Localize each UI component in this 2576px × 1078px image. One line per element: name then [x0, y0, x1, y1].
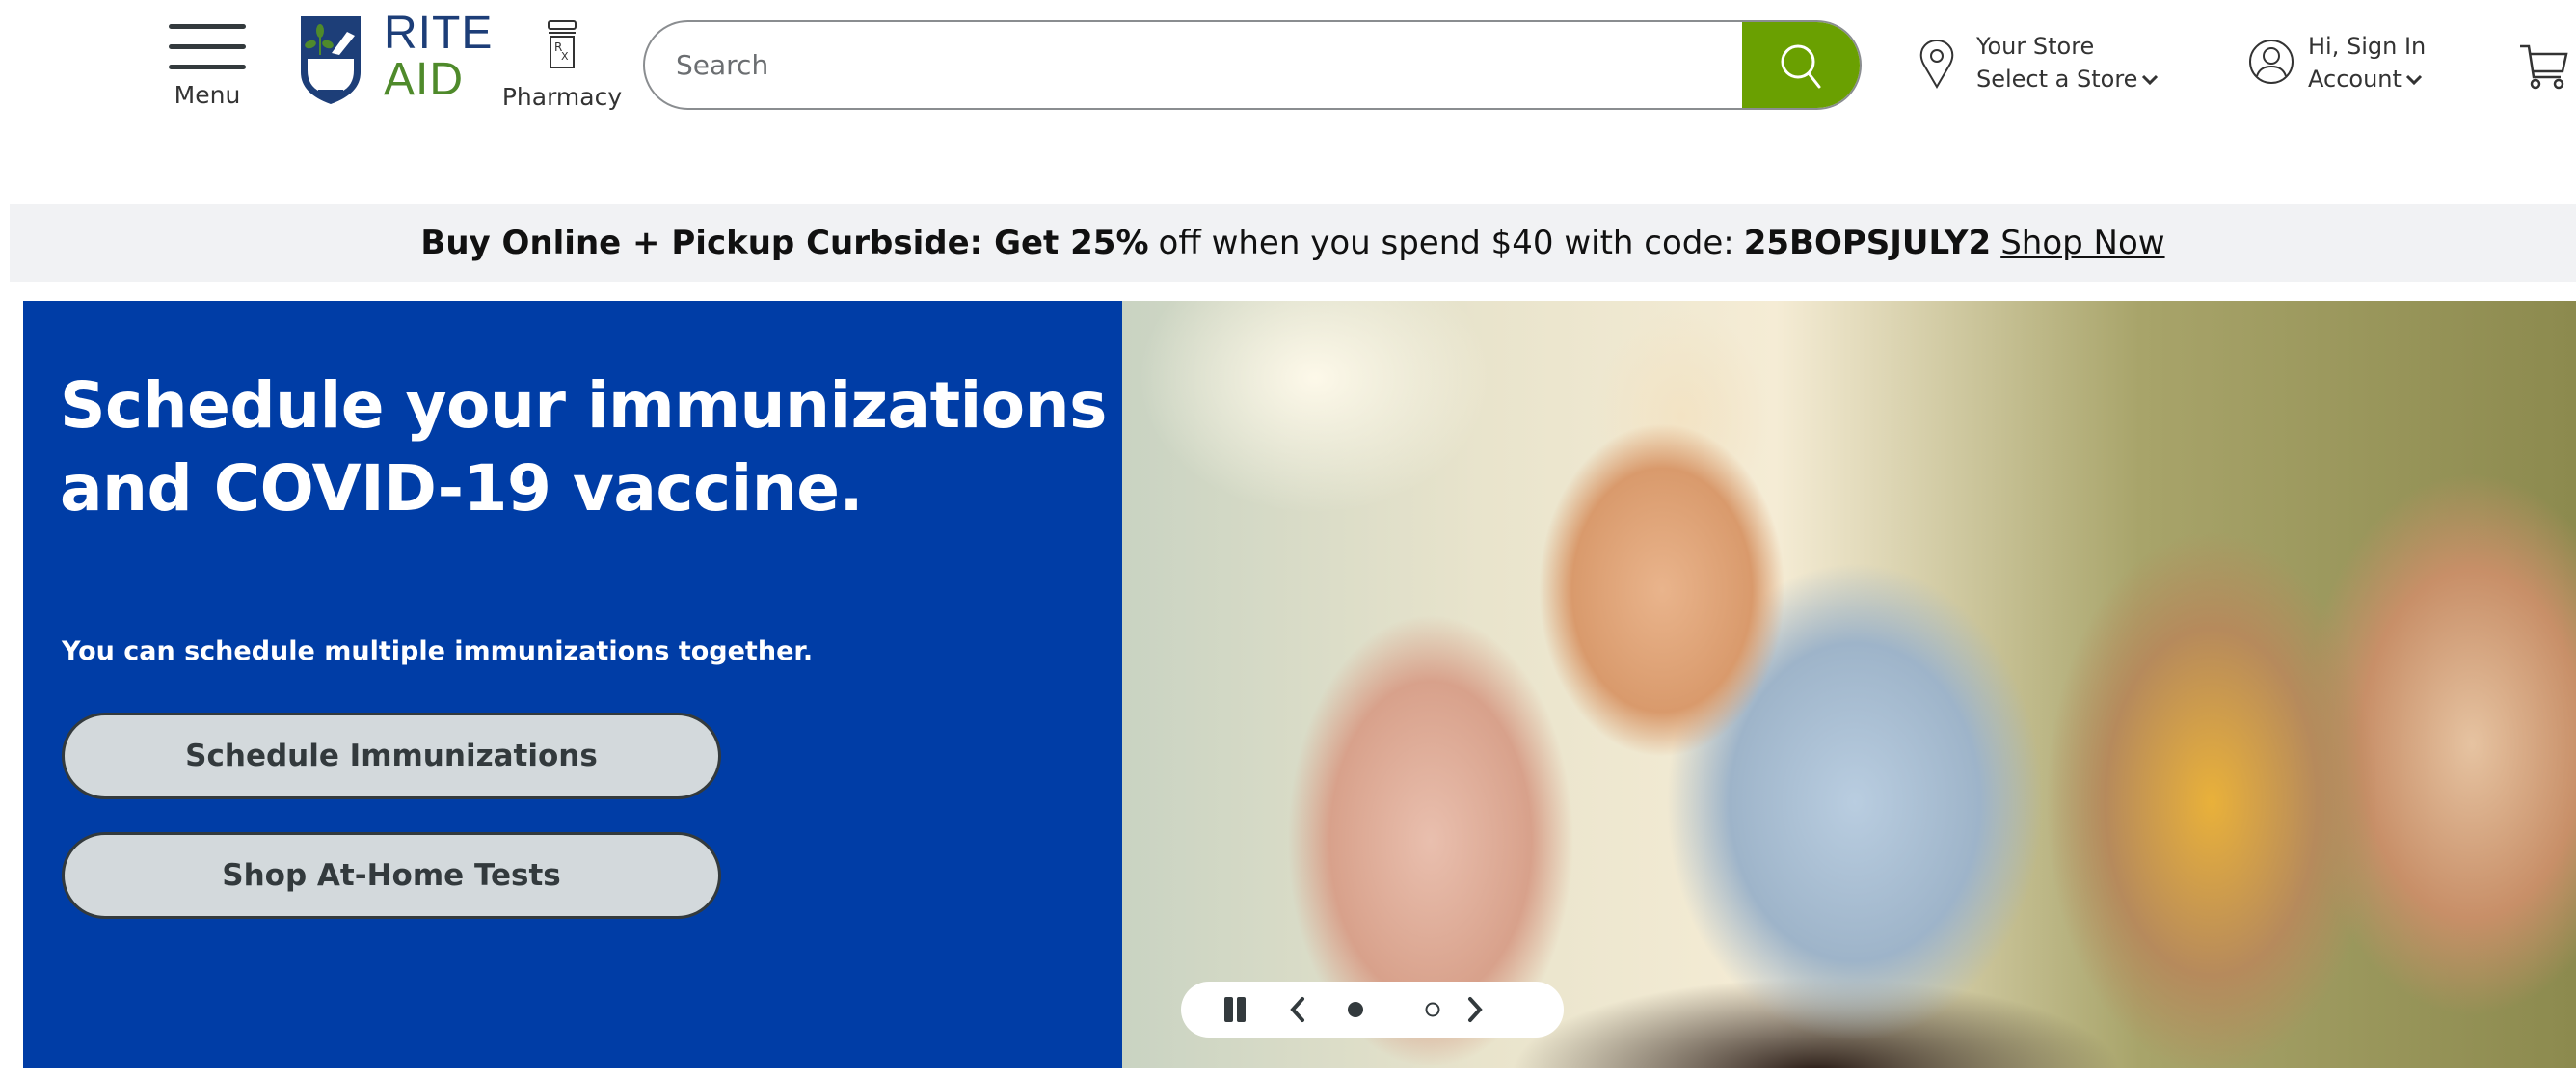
next-slide-button[interactable]	[1461, 982, 1489, 1038]
hero-image	[1122, 301, 2576, 1068]
pharmacy-link[interactable]: R X Pharmacy	[499, 19, 625, 116]
slide-2-indicator[interactable]	[1420, 982, 1445, 1038]
chevron-right-icon	[1468, 997, 1483, 1022]
svg-text:X: X	[561, 50, 569, 63]
store-selector[interactable]: Your Store Select a Store	[1917, 33, 2177, 100]
search-bar	[643, 20, 1862, 110]
select-store-text: Select a Store	[1976, 66, 2138, 93]
account-menu[interactable]: Hi, Sign In Account	[2246, 33, 2449, 100]
menu-button[interactable]: Menu	[166, 21, 249, 110]
hamburger-icon-bar	[169, 65, 246, 69]
pause-button[interactable]	[1220, 982, 1250, 1038]
shop-at-home-tests-button[interactable]: Shop At-Home Tests	[62, 832, 721, 919]
search-button[interactable]	[1742, 22, 1860, 108]
hero-panel: Schedule your immunizations and COVID-19…	[23, 301, 1122, 1068]
sign-in-label: Hi, Sign In	[2308, 33, 2427, 60]
logo-rite-text: RITE	[384, 8, 494, 59]
mortar-pestle-shield-icon	[301, 16, 361, 104]
carousel-controls	[1181, 982, 1564, 1038]
dot-filled-icon	[1348, 1002, 1363, 1017]
select-store-label: Select a Store	[1976, 66, 2159, 93]
promo-banner: Buy Online + Pickup Curbside: Get 25% of…	[10, 204, 2576, 282]
store-label: Your Store	[1976, 33, 2095, 60]
rite-aid-logo[interactable]: RITE AID	[299, 8, 496, 106]
location-pin-icon	[1919, 39, 1954, 89]
user-circle-icon	[2249, 40, 2294, 84]
hero-subtitle: You can schedule multiple immunizations …	[62, 636, 814, 666]
prescription-bottle-icon: R X	[548, 20, 577, 68]
promo-code: 25BOPSJULY2	[1743, 224, 1992, 262]
chevron-down-icon	[2405, 74, 2422, 86]
dot-empty-icon	[1425, 1002, 1440, 1017]
shop-now-link[interactable]: Shop Now	[2000, 224, 2164, 262]
logo-aid-text: AID	[384, 54, 465, 105]
schedule-immunizations-button[interactable]: Schedule Immunizations	[62, 713, 721, 799]
account-label: Account	[2308, 66, 2423, 93]
previous-slide-button[interactable]	[1283, 982, 1312, 1038]
pause-icon	[1224, 997, 1246, 1022]
hero-title: Schedule your immunizations and COVID-19…	[60, 368, 1107, 526]
promo-details: off when you spend $40 with code:	[1158, 224, 1734, 262]
promo-headline: Buy Online + Pickup Curbside: Get 25%	[420, 224, 1149, 262]
shopping-cart-icon	[2520, 44, 2568, 90]
hamburger-icon-bar	[169, 44, 246, 49]
slide-1-indicator[interactable]	[1343, 982, 1368, 1038]
chevron-left-icon	[1290, 997, 1304, 1022]
search-icon	[1781, 44, 1821, 88]
search-input[interactable]	[645, 22, 1744, 108]
cart-button[interactable]	[2518, 42, 2568, 91]
menu-label: Menu	[174, 81, 241, 109]
pharmacy-label: Pharmacy	[501, 83, 623, 111]
account-text: Account	[2308, 66, 2402, 93]
chevron-down-icon	[2142, 74, 2159, 86]
hamburger-icon	[169, 24, 246, 29]
